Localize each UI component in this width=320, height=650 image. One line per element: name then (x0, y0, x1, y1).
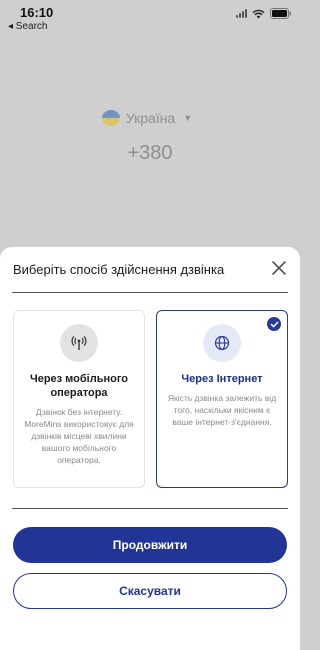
options-divider (12, 508, 288, 509)
call-method-options: Через мобільного оператора Дзвінок без і… (13, 310, 288, 488)
call-method-sheet: Виберіть спосіб здійснення дзвінка Через… (0, 247, 300, 650)
wifi-icon (252, 9, 265, 19)
checkmark-icon (267, 317, 281, 331)
sheet-title: Виберіть спосіб здійснення дзвінка (13, 262, 225, 277)
option-mobile-operator[interactable]: Через мобільного оператора Дзвінок без і… (13, 310, 145, 488)
header-divider (12, 292, 288, 293)
ukraine-flag-icon (101, 110, 120, 126)
antenna-icon (60, 324, 98, 362)
status-bar: 16:10 ◂ Search (0, 0, 300, 38)
option-mobile-description: Дзвінок без інтернету. MoreMins використ… (24, 407, 134, 465)
status-icons (236, 8, 292, 19)
status-time: 16:10 (20, 5, 54, 20)
continue-button[interactable]: Продовжити (13, 527, 287, 563)
option-internet[interactable]: Через Інтернет Якість дзвінка залежить в… (156, 310, 288, 488)
country-selector[interactable]: Україна ▼ (0, 110, 300, 126)
back-to-search-link[interactable]: ◂ Search (8, 21, 47, 32)
globe-icon (203, 324, 241, 362)
background-screen: Україна ▼ +380 (0, 110, 300, 165)
signal-icon (236, 9, 247, 18)
close-icon[interactable] (270, 259, 288, 277)
option-internet-description: Якість дзвінка залежить від того, наскіл… (167, 393, 277, 427)
battery-icon (270, 8, 292, 19)
sheet-header: Виберіть спосіб здійснення дзвінка (0, 247, 300, 293)
option-mobile-title: Через мобільного оператора (29, 373, 129, 399)
country-name: Україна (125, 110, 176, 126)
caret-down-icon: ▼ (183, 113, 193, 123)
dial-code: +380 (127, 142, 173, 164)
option-internet-title: Через Інтернет (181, 373, 263, 385)
cancel-button[interactable]: Скасувати (13, 573, 287, 609)
